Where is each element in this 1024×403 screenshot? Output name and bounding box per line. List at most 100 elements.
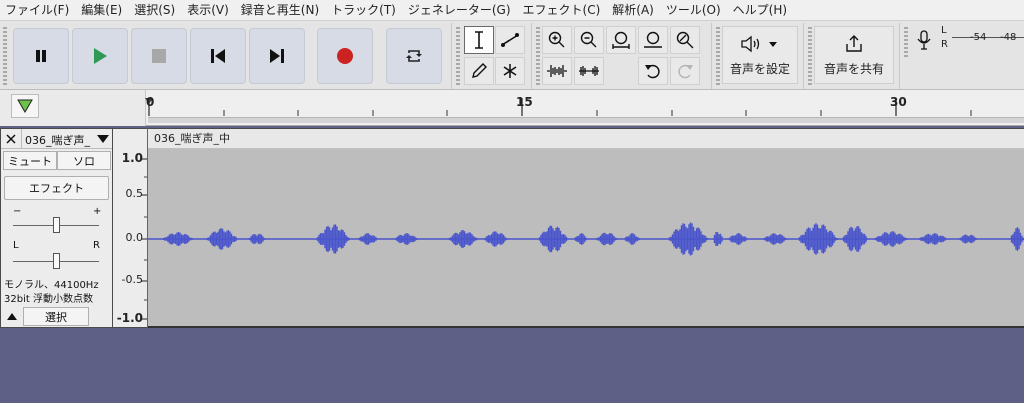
track-name-menu[interactable]: 036_喘ぎ声_ [21, 129, 112, 149]
zoom-in-icon [548, 31, 565, 48]
zoom-in-button[interactable] [542, 26, 572, 54]
menu-edit[interactable]: 編集(E) [76, 0, 129, 20]
share-audio-label: 音声を共有 [823, 61, 884, 76]
timeline-ruler[interactable]: 0 15 30 [0, 90, 1024, 126]
menu-transport[interactable]: 録音と再生(N) [236, 0, 326, 20]
menu-select[interactable]: 選択(S) [129, 0, 182, 20]
zoom-out-icon [580, 31, 597, 48]
envelope-icon [501, 33, 519, 47]
select-track-label: 選択 [45, 310, 67, 324]
menu-effect[interactable]: エフェクト(C) [518, 0, 608, 20]
selection-tool-button[interactable] [464, 26, 494, 54]
effects-button[interactable]: エフェクト [4, 176, 109, 200]
toolbar-grip[interactable] [3, 27, 7, 87]
redo-button[interactable] [670, 57, 700, 85]
ibeam-icon [475, 31, 483, 49]
menu-generate[interactable]: ジェネレーター(G) [403, 0, 518, 20]
zoom-toggle-button[interactable] [670, 26, 700, 54]
menu-help[interactable]: ヘルプ(H) [728, 0, 794, 20]
toolbar-grip[interactable] [536, 27, 540, 87]
meter-right-label: R [941, 39, 948, 50]
share-audio-toolbar: 音声を共有 [804, 23, 900, 89]
pan-slider-thumb[interactable] [53, 253, 60, 269]
menu-tools[interactable]: ツール(O) [661, 0, 728, 20]
vruler-ticks [141, 158, 147, 320]
silence-audio-button[interactable] [574, 57, 604, 85]
record-icon [337, 48, 353, 64]
empty-workspace [0, 328, 1024, 403]
audio-track[interactable]: 036_喘ぎ声_中 [148, 128, 1024, 328]
microphone-icon [917, 30, 931, 50]
skip-end-icon [270, 49, 284, 63]
pan-right-label: R [93, 240, 100, 251]
toolbar-grip[interactable] [456, 27, 460, 87]
ruler-label: 30 [890, 95, 907, 109]
record-meter-button[interactable] [912, 26, 936, 54]
pause-button[interactable] [13, 28, 69, 84]
recording-meter[interactable]: -54 -48 [952, 26, 1024, 52]
waveform[interactable] [148, 149, 1024, 327]
share-audio-button[interactable]: 音声を共有 [814, 26, 894, 84]
scrub-bar[interactable] [148, 117, 1024, 123]
clip-title-bar[interactable]: 036_喘ぎ声_中 [148, 129, 1024, 149]
clip-name: 036_喘ぎ声_中 [154, 132, 230, 145]
audio-setup-label: 音声を設定 [729, 61, 790, 76]
stop-icon [152, 49, 166, 63]
gain-minus-label: − [13, 206, 22, 217]
record-button[interactable] [317, 28, 373, 84]
menu-bar: ファイル(F) 編集(E) 選択(S) 表示(V) 録音と再生(N) トラック(… [0, 0, 1024, 20]
pause-icon [36, 50, 46, 62]
pan-slider[interactable] [13, 253, 99, 269]
close-track-button[interactable] [3, 131, 19, 147]
toolbar-grip[interactable] [904, 27, 908, 57]
solo-button[interactable]: ソロ [57, 151, 111, 170]
meter-scale-label: -48 [1000, 32, 1017, 43]
toolbar-grip[interactable] [716, 27, 720, 87]
recording-meter-toolbar: L R -54 -48 [900, 23, 1024, 89]
mute-button[interactable]: ミュート [3, 151, 57, 170]
multi-tool-button[interactable] [495, 57, 525, 85]
ruler-label: 0 [146, 95, 155, 109]
zoom-out-button[interactable] [574, 26, 604, 54]
loop-button[interactable] [386, 28, 442, 84]
fit-selection-button[interactable] [606, 26, 636, 54]
menu-analyze[interactable]: 解析(A) [607, 0, 661, 20]
meter-left-label: L [941, 25, 947, 36]
triangle-up-icon [7, 312, 17, 320]
speaker-dropdown-icon [741, 35, 777, 52]
vertical-ruler[interactable]: 1.0 0.5 0.0 -0.5 -1.0 [113, 128, 147, 328]
pan-left-label: L [13, 240, 19, 251]
play-icon [94, 48, 107, 64]
audio-setup-toolbar: 音声を設定 [712, 23, 804, 89]
envelope-tool-button[interactable] [495, 26, 525, 54]
menu-file[interactable]: ファイル(F) [0, 0, 76, 20]
toolbar-grip[interactable] [808, 27, 812, 87]
gain-slider[interactable] [13, 217, 99, 233]
loop-icon [406, 50, 422, 62]
collapse-track-button[interactable] [3, 307, 21, 325]
asterisk-icon [503, 64, 517, 78]
fit-project-button[interactable] [638, 26, 668, 54]
tools-toolbar [452, 23, 532, 89]
menu-view[interactable]: 表示(V) [182, 0, 236, 20]
undo-button[interactable] [638, 57, 668, 85]
stop-button[interactable] [131, 28, 187, 84]
skip-to-start-button[interactable] [190, 28, 246, 84]
track-format-info: モノラル、44100Hz [4, 280, 99, 291]
track-sample-format: 32bit 浮動小数点数 [4, 294, 93, 305]
trim-audio-button[interactable] [542, 57, 572, 85]
solo-label: ソロ [73, 154, 95, 168]
audio-setup-button[interactable]: 音声を設定 [722, 26, 798, 84]
gain-slider-thumb[interactable] [53, 217, 60, 233]
gain-plus-label: + [93, 206, 102, 217]
transport-toolbar [0, 23, 452, 89]
skip-to-end-button[interactable] [249, 28, 305, 84]
select-track-button[interactable]: 選択 [23, 307, 89, 326]
play-button[interactable] [72, 28, 128, 84]
zoom-fit-icon [644, 31, 662, 48]
track-name: 036_喘ぎ声_ [25, 134, 90, 147]
zoom-selection-icon [612, 31, 630, 49]
menu-tracks[interactable]: トラック(T) [326, 0, 403, 20]
draw-tool-button[interactable] [464, 57, 494, 85]
effects-label: エフェクト [29, 182, 84, 195]
